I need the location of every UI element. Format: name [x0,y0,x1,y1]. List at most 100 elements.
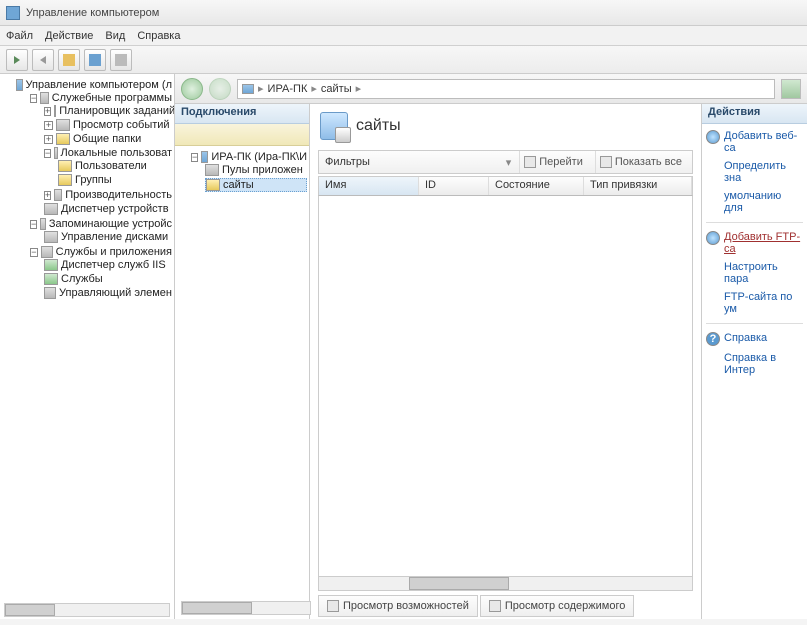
tree-groups[interactable]: Группы [58,174,172,186]
action-separator [706,222,803,223]
users-icon [54,147,57,159]
action-help[interactable]: ?Справка [706,332,803,346]
tree-services[interactable]: Службы [44,273,172,285]
toolbar-button-2[interactable] [84,49,106,71]
grid-h-scrollbar[interactable] [319,576,692,590]
col-id[interactable]: ID [419,177,489,195]
perf-icon [54,189,62,201]
menu-help[interactable]: Справка [137,30,180,42]
breadcrumb-sep: ▸ [356,82,362,95]
filter-bar: Фильтры ▾ Перейти Показать все [318,150,693,174]
sites-icon [206,179,220,191]
tree-services-apps[interactable]: −Службы и приложения [30,246,172,258]
tree-performance[interactable]: +Производительность [44,189,172,201]
action-set-defaults[interactable]: Определить зна [706,160,803,184]
collapse-icon[interactable]: − [30,220,37,229]
help-icon: ? [706,332,720,346]
apppool-icon [205,164,219,176]
tree-users[interactable]: Пользователи [58,160,172,172]
forward-button[interactable] [32,49,54,71]
event-icon [56,119,70,131]
conn-h-scrollbar[interactable] [181,601,311,615]
title-bar: Управление компьютером [0,0,807,26]
computer-icon [16,79,23,91]
menu-bar: Файл Действие Вид Справка [0,26,807,46]
content-icon [489,600,501,612]
collapse-icon[interactable]: − [44,149,51,158]
nav-forward-button[interactable] [209,78,231,100]
scroll-thumb[interactable] [182,602,252,614]
tab-content-view[interactable]: Просмотр содержимого [480,595,635,617]
filter-dropdown-icon[interactable]: ▾ [506,156,512,169]
collapse-icon[interactable]: − [191,153,198,162]
col-name[interactable]: Имя [319,177,419,195]
expand-icon[interactable]: + [44,135,53,144]
sites-big-icon [320,112,348,140]
tree-h-scrollbar[interactable] [4,603,170,617]
toolbar-button-1[interactable] [58,49,80,71]
toolbar-button-3[interactable] [110,49,132,71]
action-separator [706,323,803,324]
storage-icon [40,218,46,230]
action-add-ftp[interactable]: Добавить FTP-са [706,231,803,255]
scroll-thumb[interactable] [5,604,55,616]
host-icon [242,84,254,94]
grid-body[interactable] [318,196,693,591]
nav-back-button[interactable] [181,78,203,100]
refresh-button[interactable] [781,79,801,99]
tree-root[interactable]: Управление компьютером (л [16,79,172,91]
action-set-defaults-line2: умолчанию для [706,190,803,214]
connections-toolbar[interactable] [175,124,309,146]
tree-device-manager[interactable]: Диспетчер устройств [44,203,172,215]
menu-view[interactable]: Вид [105,30,125,42]
conn-app-pools[interactable]: Пулы приложен [205,164,307,176]
tree-system-tools[interactable]: −Служебные программы [30,92,172,104]
col-binding[interactable]: Тип привязки [584,177,692,195]
actions-header: Действия [702,104,807,124]
filter-label: Фильтры [325,156,370,168]
collapse-icon[interactable]: − [30,94,37,103]
menu-action[interactable]: Действие [45,30,93,42]
expand-icon[interactable]: + [44,121,53,130]
tree-wmi[interactable]: Управляющий элемен [44,287,172,299]
iis-nav-bar: ▸ ИРА-ПК ▸ сайты ▸ [175,74,807,104]
go-icon [524,156,536,168]
breadcrumb[interactable]: ▸ ИРА-ПК ▸ сайты ▸ [237,79,775,99]
action-online-help[interactable]: Справка в Интер [706,352,803,376]
expand-icon[interactable]: + [44,107,51,116]
tree-event-viewer[interactable]: +Просмотр событий [44,119,172,131]
collapse-icon[interactable]: − [30,248,38,257]
globe-icon [706,130,720,144]
status-bar [0,619,807,625]
clock-icon [54,105,56,117]
back-button[interactable] [6,49,28,71]
filter-go-button[interactable]: Перейти [519,151,587,173]
action-ftp-params[interactable]: Настроить пара [706,261,803,285]
folder-icon [58,174,72,186]
action-ftp-params-line2: FTP-сайта по ум [706,291,803,315]
expand-icon[interactable]: + [44,191,51,200]
tab-features-view[interactable]: Просмотр возможностей [318,595,478,617]
breadcrumb-host[interactable]: ИРА-ПК [268,83,308,95]
globe-icon [706,231,720,245]
conn-host[interactable]: −ИРА-ПК (Ира-ПК\И [191,151,307,163]
tree-local-users[interactable]: −Локальные пользоват [44,147,172,159]
mmc-tree-pane: Управление компьютером (л −Служебные про… [0,74,175,619]
action-add-website[interactable]: Добавить веб-са [706,130,803,154]
tree-storage[interactable]: −Запоминающие устройс [30,218,172,230]
tree-disk-management[interactable]: Управление дисками [44,231,172,243]
toolbar [0,46,807,74]
filter-showall-button[interactable]: Показать все [595,151,686,173]
wmi-icon [44,287,56,299]
menu-file[interactable]: Файл [6,30,33,42]
conn-sites[interactable]: сайты [205,178,307,192]
tree-iis-manager[interactable]: Диспетчер служб IIS [44,259,172,271]
col-state[interactable]: Состояние [489,177,584,195]
disk-icon [44,231,58,243]
page-title: сайты [356,117,401,135]
breadcrumb-node[interactable]: сайты [321,83,352,95]
tree-shared-folders[interactable]: +Общие папки [44,133,172,145]
connections-header: Подключения [175,104,309,124]
scroll-thumb[interactable] [409,577,509,590]
tree-task-scheduler[interactable]: +Планировщик заданий [44,105,172,117]
